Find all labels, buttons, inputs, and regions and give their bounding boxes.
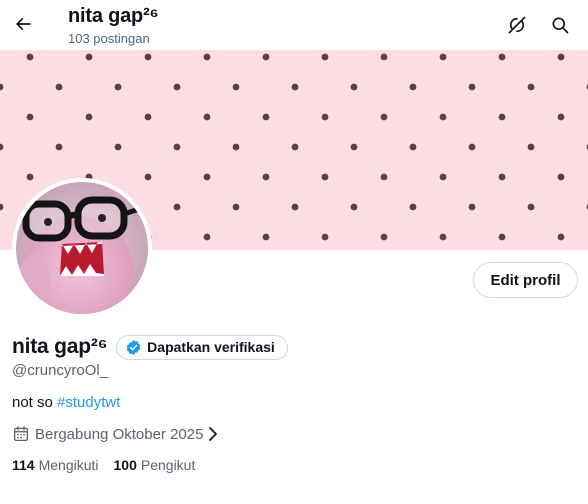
avatar[interactable] bbox=[12, 178, 152, 318]
banner-dot bbox=[380, 53, 388, 61]
banner-dot bbox=[291, 83, 299, 91]
banner-dot bbox=[468, 143, 476, 151]
profile-bio: not so #studytwt bbox=[12, 394, 120, 411]
joined-label: Bergabung Oktober 2025 bbox=[35, 425, 204, 443]
banner-dot bbox=[321, 53, 329, 61]
banner-dot bbox=[203, 113, 211, 121]
banner-dot bbox=[498, 113, 506, 121]
following-count: 114 bbox=[12, 457, 35, 473]
calendar-icon bbox=[13, 426, 29, 442]
banner-dot bbox=[468, 83, 476, 91]
banner-dot bbox=[144, 53, 152, 61]
banner-dot bbox=[262, 233, 270, 241]
banner-dot bbox=[498, 173, 506, 181]
banner-dot bbox=[557, 173, 565, 181]
banner-dot bbox=[85, 53, 93, 61]
banner-dot bbox=[203, 233, 211, 241]
banner-dot bbox=[291, 143, 299, 151]
following-link[interactable]: 114 Mengikuti bbox=[12, 457, 99, 473]
banner-dot bbox=[144, 113, 152, 121]
avatar-image bbox=[16, 182, 148, 314]
profile-name: nita gap²⁶ bbox=[12, 335, 108, 358]
back-arrow-icon bbox=[15, 17, 31, 31]
banner-dot bbox=[114, 143, 122, 151]
banner-dot bbox=[321, 173, 329, 181]
banner-dot bbox=[262, 173, 270, 181]
banner-dot bbox=[527, 143, 535, 151]
banner-dot bbox=[439, 113, 447, 121]
banner-dot bbox=[173, 203, 181, 211]
banner-dot bbox=[380, 233, 388, 241]
banner-dot bbox=[468, 203, 476, 211]
followers-label: Pengikut bbox=[140, 457, 196, 473]
banner-dot bbox=[262, 53, 270, 61]
banner-dot bbox=[55, 83, 63, 91]
banner-dot bbox=[203, 173, 211, 181]
banner-dot bbox=[26, 53, 34, 61]
profile-handle: @cruncyroOl_ bbox=[12, 362, 109, 379]
banner-dot bbox=[173, 83, 181, 91]
banner-dot bbox=[498, 53, 506, 61]
banner-dot bbox=[527, 83, 535, 91]
followers-link[interactable]: 100 Pengikut bbox=[114, 457, 196, 473]
search-icon bbox=[552, 17, 569, 34]
bio-text: not so bbox=[12, 394, 58, 411]
bio-hashtag-link[interactable]: #studytwt bbox=[57, 394, 120, 411]
banner-dot bbox=[350, 203, 358, 211]
banner-dot bbox=[557, 53, 565, 61]
header-title: nita gap²⁶ bbox=[68, 5, 159, 27]
banner-dot bbox=[527, 203, 535, 211]
profile-name-row: nita gap²⁶ Dapatkan verifikasi bbox=[12, 334, 288, 360]
banner-dot bbox=[321, 113, 329, 121]
banner-dot bbox=[439, 53, 447, 61]
banner-dot bbox=[85, 113, 93, 121]
banner-dot bbox=[144, 173, 152, 181]
joined-date[interactable]: Bergabung Oktober 2025 bbox=[12, 425, 219, 443]
banner-dot bbox=[350, 83, 358, 91]
banner-dot bbox=[232, 143, 240, 151]
banner-dot bbox=[409, 143, 417, 151]
banner-dot bbox=[26, 113, 34, 121]
banner-dot bbox=[409, 203, 417, 211]
edit-profile-button[interactable]: Edit profil bbox=[473, 262, 578, 298]
banner-dot bbox=[55, 143, 63, 151]
banner-dot bbox=[291, 203, 299, 211]
following-label: Mengikuti bbox=[38, 457, 99, 473]
followers-count: 100 bbox=[113, 457, 137, 473]
get-verified-label: Dapatkan verifikasi bbox=[147, 339, 275, 355]
banner-dot bbox=[439, 173, 447, 181]
back-button[interactable] bbox=[8, 9, 38, 39]
banner-dot bbox=[557, 113, 565, 121]
banner-dot bbox=[380, 113, 388, 121]
post-count: 103 postingan bbox=[68, 31, 150, 46]
verified-badge-icon bbox=[126, 339, 141, 355]
banner-dot bbox=[26, 173, 34, 181]
follow-stats: 114 Mengikuti 100 Pengikut bbox=[12, 457, 210, 473]
banner-dot bbox=[262, 113, 270, 121]
get-verified-button[interactable]: Dapatkan verifikasi bbox=[116, 334, 288, 360]
top-navigation-bar: nita gap²⁶ 103 postingan bbox=[0, 0, 588, 50]
search-button[interactable] bbox=[545, 10, 575, 40]
banner-dot bbox=[173, 143, 181, 151]
banner-dot bbox=[350, 143, 358, 151]
refresh-off-icon bbox=[508, 16, 526, 34]
banner-dot bbox=[380, 173, 388, 181]
refresh-button[interactable] bbox=[502, 10, 532, 40]
banner-dot bbox=[498, 233, 506, 241]
banner-dot bbox=[557, 233, 565, 241]
banner-dot bbox=[232, 83, 240, 91]
banner-dot bbox=[232, 203, 240, 211]
banner-dot bbox=[321, 233, 329, 241]
chevron-right-icon bbox=[207, 426, 219, 442]
header-title-group: nita gap²⁶ 103 postingan bbox=[68, 4, 159, 48]
banner-dot bbox=[409, 83, 417, 91]
banner-dot bbox=[203, 53, 211, 61]
banner-dot bbox=[114, 83, 122, 91]
banner-dot bbox=[439, 233, 447, 241]
